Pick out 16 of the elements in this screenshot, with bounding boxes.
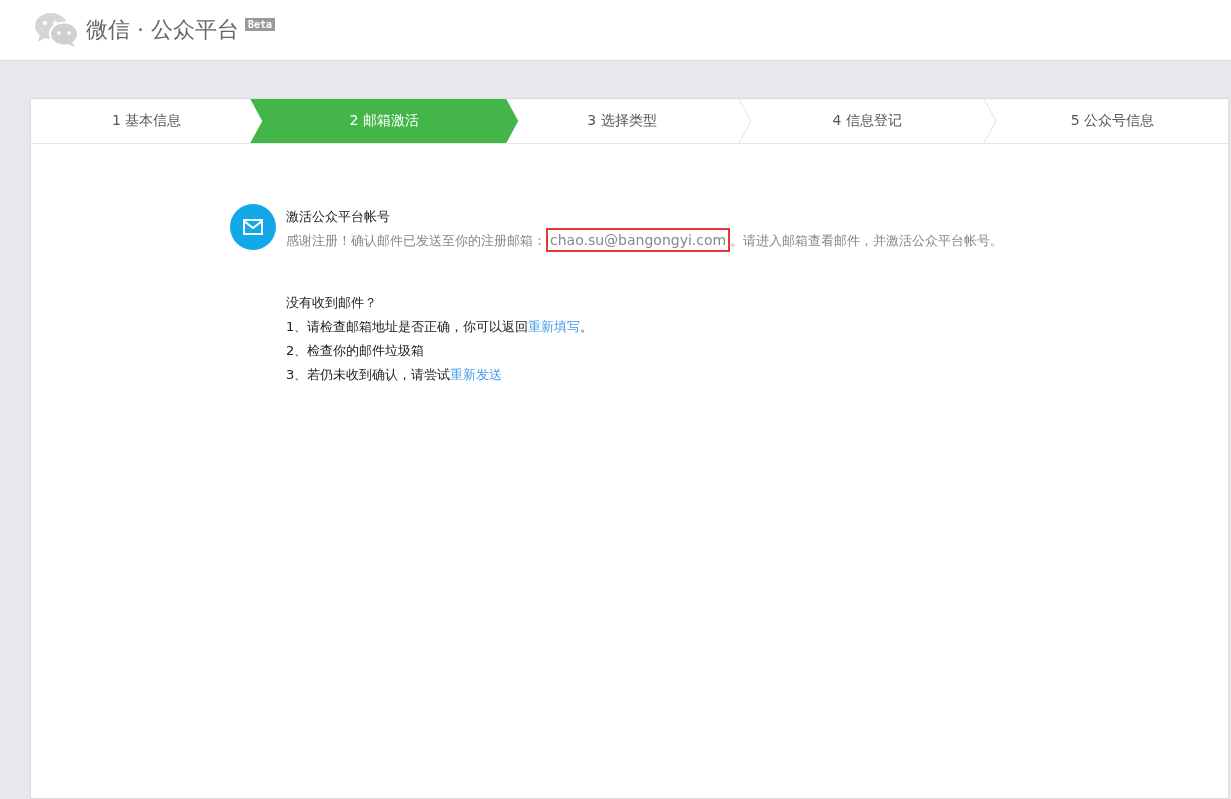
- email-address: chao.su@bangongyi.com: [546, 228, 731, 252]
- step-label: 3 选择类型: [586, 111, 658, 130]
- beta-badge: Beta: [245, 18, 276, 31]
- step-label: 4 信息登记: [831, 111, 903, 130]
- text-link[interactable]: 重新填写: [528, 319, 581, 334]
- help-item: 3、若仍未收到确认，请尝试重新发送: [286, 366, 504, 384]
- chat-bubbles-icon: [34, 12, 80, 48]
- platform-title: 微信 · 公众平台: [86, 16, 239, 44]
- help-item: 1、请检查邮箱地址是否正确，你可以返回重新填写。: [286, 318, 595, 336]
- notice-title: 激活公众平台帐号: [286, 208, 391, 226]
- text-link[interactable]: 重新发送: [450, 367, 503, 382]
- help-title: 没有收到邮件？: [286, 294, 378, 312]
- step-label: 5 公众号信息: [1069, 111, 1156, 130]
- envelope-icon: [230, 204, 276, 250]
- step-label: 1 基本信息: [110, 111, 183, 130]
- help-item: 2、检查你的邮件垃圾箱: [286, 342, 426, 360]
